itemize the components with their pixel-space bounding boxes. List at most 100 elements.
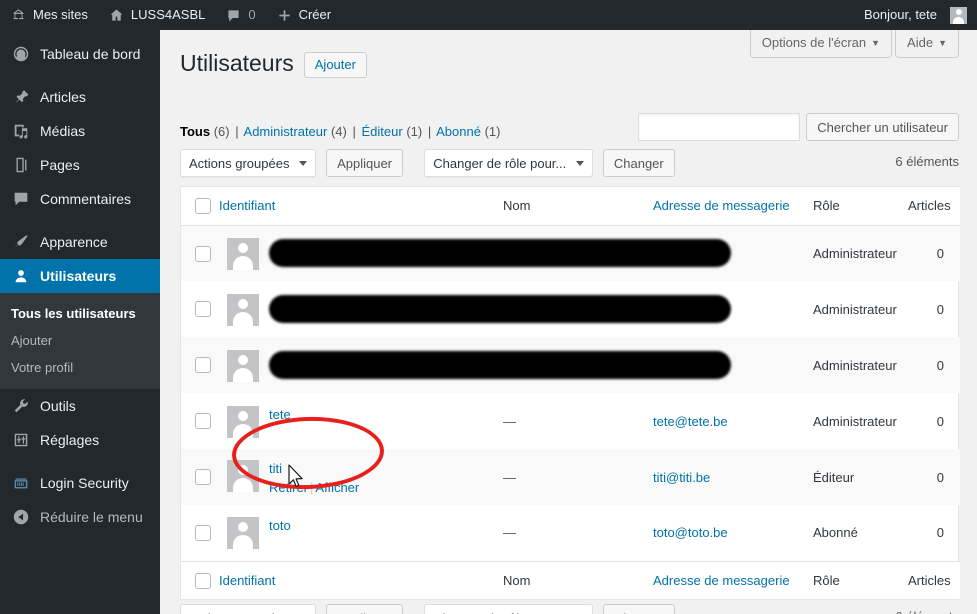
column-header-username[interactable]: Identifiant <box>219 187 503 226</box>
comments-icon <box>11 189 31 209</box>
user-role: Éditeur <box>813 469 855 485</box>
row-action-view[interactable]: Afficher <box>315 480 359 495</box>
screen-options-button[interactable]: Options de l'écran ▼ <box>749 30 893 58</box>
column-footer-username[interactable]: Identifiant <box>219 560 503 599</box>
search-input[interactable] <box>638 113 801 141</box>
sidebar-item-label: Login Security <box>40 475 129 491</box>
filter-link-abonne[interactable]: Abonné <box>436 124 481 139</box>
sidebar-subitem-all-users[interactable]: Tous les utilisateurs <box>0 300 160 327</box>
filter-separator: | <box>352 124 356 139</box>
change-role-value-top: Changer de rôle pour... <box>433 155 567 171</box>
change-role-button-top[interactable]: Changer <box>602 149 675 177</box>
filter-link-editeur[interactable]: Éditeur <box>362 124 403 139</box>
user-cell: titi Retirer | Afficher <box>219 459 503 495</box>
row-action-remove[interactable]: Retirer <box>269 480 308 495</box>
sidebar-item-label: Apparence <box>40 234 108 250</box>
column-footer-name: Nom <box>503 560 653 599</box>
table-footer-row: Identifiant Nom Adresse de messagerie Rô… <box>181 560 960 599</box>
select-all-checkbox-top[interactable] <box>195 198 211 215</box>
avatar <box>227 405 259 438</box>
user-email-link[interactable]: toto@toto.be <box>653 505 813 561</box>
select-all-checkbox-bottom[interactable] <box>195 572 211 589</box>
sidebar-subitem-add-user[interactable]: Ajouter <box>0 327 160 354</box>
admin-bar-right-group: Bonjour, tete <box>854 0 977 30</box>
user-username-link[interactable]: tete <box>269 407 291 422</box>
column-footer-role: Rôle <box>813 560 908 599</box>
row-checkbox[interactable] <box>195 525 211 542</box>
sidebar-item-dashboard[interactable]: Tableau de bord <box>0 37 160 71</box>
admin-bar-my-sites[interactable]: Mes sites <box>0 0 98 30</box>
add-user-button[interactable]: Ajouter <box>303 51 367 78</box>
user-identity-cell: toto <box>219 505 503 561</box>
column-header-posts: Articles <box>908 187 960 226</box>
sidebar-item-label: Utilisateurs <box>40 268 117 284</box>
table-row: Administrateur 0 <box>181 225 960 281</box>
filter-link-all[interactable]: Tous <box>180 124 210 139</box>
sidebar-subitem-your-profile[interactable]: Votre profil <box>0 354 160 381</box>
row-checkbox[interactable] <box>195 245 211 262</box>
bulk-action-select-top[interactable]: Actions groupées <box>180 149 317 177</box>
help-button[interactable]: Aide ▼ <box>895 30 959 58</box>
row-checkbox[interactable] <box>195 301 211 318</box>
sidebar-item-settings[interactable]: Réglages <box>0 423 160 457</box>
change-role-select-top[interactable]: Changer de rôle pour... <box>424 149 594 177</box>
user-name: — <box>503 525 516 541</box>
search-submit-button[interactable]: Chercher un utilisateur <box>806 113 959 141</box>
filter-separator: | <box>235 124 239 139</box>
sidebar-item-appearance[interactable]: Apparence <box>0 225 160 259</box>
sidebar-item-posts[interactable]: Articles <box>0 80 160 114</box>
user-cell <box>219 237 813 270</box>
sidebar-item-users[interactable]: Utilisateurs <box>0 259 168 293</box>
sidebar-item-comments[interactable]: Commentaires <box>0 182 160 216</box>
user-cell <box>219 293 813 326</box>
change-role-select-bottom[interactable]: Changer de rôle pour... <box>424 604 594 614</box>
redaction-bar <box>269 350 731 379</box>
user-posts-count: 0 <box>936 301 944 317</box>
redacted-user-cell <box>219 225 813 281</box>
user-identity-cell: titi Retirer | Afficher <box>219 449 503 505</box>
sidebar-item-pages[interactable]: Pages <box>0 148 160 182</box>
table-nav-top: Actions groupées Appliquer Changer de rô… <box>180 149 959 181</box>
admin-bar-my-account[interactable]: Bonjour, tete <box>854 0 977 30</box>
user-username-link[interactable]: toto <box>269 518 291 533</box>
column-header-email[interactable]: Adresse de messagerie <box>653 187 813 226</box>
column-footer-posts: Articles <box>908 560 960 599</box>
sidebar-item-label: Outils <box>40 398 76 414</box>
user-search-box: Chercher un utilisateur <box>638 113 959 141</box>
select-all-header <box>181 187 219 226</box>
user-email-link[interactable]: tete@tete.be <box>653 393 813 449</box>
apply-button-bottom[interactable]: Appliquer <box>326 604 404 614</box>
change-role-button-bottom[interactable]: Changer <box>602 604 675 614</box>
sidebar-item-label: Tableau de bord <box>40 46 141 62</box>
admin-bar-new-content[interactable]: Créer <box>266 0 342 30</box>
user-role: Administrateur <box>813 301 897 317</box>
user-role: Abonné <box>813 525 858 541</box>
sidebar-item-tools[interactable]: Outils <box>0 389 160 423</box>
table-header-row: Identifiant Nom Adresse de messagerie Rô… <box>181 187 960 226</box>
table-row: Administrateur 0 <box>181 281 960 337</box>
column-footer-email[interactable]: Adresse de messagerie <box>653 560 813 599</box>
avatar <box>227 517 259 550</box>
sidebar-item-media[interactable]: Médias <box>0 114 160 148</box>
apply-button-top[interactable]: Appliquer <box>326 149 404 177</box>
screen-options-label: Options de l'écran <box>761 35 867 50</box>
row-checkbox[interactable] <box>195 413 211 430</box>
user-posts-count: 0 <box>936 469 944 485</box>
user-username-link[interactable]: titi <box>269 461 359 476</box>
admin-bar-comments[interactable]: 0 <box>215 0 265 30</box>
user-email-link[interactable]: titi@titi.be <box>653 449 813 505</box>
chevron-down-icon: ▼ <box>938 38 947 48</box>
user-cell: tete <box>219 405 503 438</box>
row-checkbox[interactable] <box>195 469 211 486</box>
row-checkbox[interactable] <box>195 357 211 374</box>
filter-link-administrateur[interactable]: Administrateur <box>244 124 328 139</box>
sidebar-item-login-security[interactable]: Login Security <box>0 466 160 500</box>
row-checkbox-cell <box>181 281 219 337</box>
filter-count-all: (6) <box>213 124 230 139</box>
table-row: titi Retirer | Afficher — titi@titi.be Édi… <box>181 449 960 505</box>
admin-bar-site-name[interactable]: LUSS4ASBL <box>98 0 215 30</box>
bulk-action-select-bottom[interactable]: Actions groupées <box>180 604 317 614</box>
admin-bar-site-name-label: LUSS4ASBL <box>130 7 206 22</box>
sidebar-collapse-menu[interactable]: Réduire le menu <box>0 500 160 534</box>
sidebar-separator <box>0 457 160 466</box>
